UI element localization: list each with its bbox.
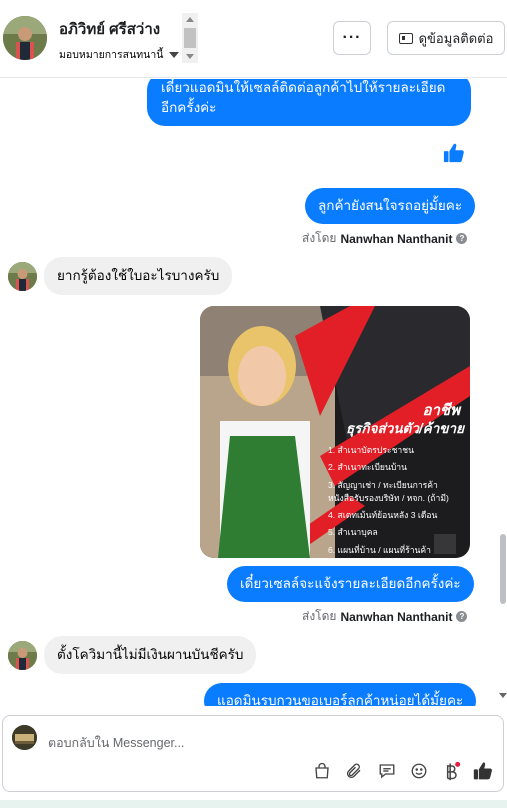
info-icon[interactable]: ? xyxy=(456,611,468,622)
image-list-item: 1. สำเนาบัตรประชาชน xyxy=(328,445,414,455)
message-bubble-outgoing[interactable]: ลูกค้ายังสนใจรถอยู่มั้ยคะ xyxy=(305,188,476,224)
message-bubble-outgoing[interactable]: เดี๋ยวเซลล์จะแจ้งรายละเอียดอีกครั้งค่ะ xyxy=(227,566,474,602)
sender-name[interactable]: Nanwhan Nanthanit xyxy=(340,232,452,246)
scroll-thumb[interactable] xyxy=(500,534,506,604)
like-sticker-icon xyxy=(443,142,465,169)
contact-avatar[interactable] xyxy=(3,16,47,60)
image-list-item: 2. สำเนาทะเบียนบ้าน xyxy=(328,462,408,473)
contact-avatar-small xyxy=(8,641,37,670)
image-list-item: หนังสือรับรองบริษัท / หจก. (ถ้ามี) xyxy=(328,492,449,503)
chevron-down-icon xyxy=(169,51,180,58)
image-list-item: 4. สเตทเม้นท์ย้อนหลัง 3 เดือน xyxy=(328,510,438,521)
scroll-down-icon[interactable] xyxy=(186,54,194,59)
message-thread[interactable]: เดี๋ยวแอดมินให้เซลล์ติดต่อลูกค้าไปให้ราย… xyxy=(0,79,507,706)
conversation-header: อภิวิทย์ ศรีสว่าง มอบหมายการสนทนานี้ ···… xyxy=(0,0,507,78)
image-list-item: 5. สำเนาบุคล xyxy=(328,527,378,538)
image-list-item: 3. สัญญาเช่า / ทะเบียนการค้า xyxy=(328,479,438,490)
contact-avatar-small xyxy=(8,262,37,291)
sent-by-label: ส่งโดย Nanwhan Nanthanit ? xyxy=(302,229,468,248)
message-text: ยากรู้ต้องใช้ใบอะไรบางครับ xyxy=(57,268,220,283)
message-bubble-outgoing[interactable]: แอดมินรบกวนขอเบอร์ลูกค้าหน่อยได้มั้ยคะ xyxy=(204,683,477,706)
sender-name[interactable]: Nanwhan Nanthanit xyxy=(340,610,452,624)
footer-strip xyxy=(0,800,507,808)
message-bubble-incoming[interactable]: ยากรู้ต้องใช้ใบอะไรบางครับ xyxy=(44,257,233,295)
message-text: อีกครั้งค่ะ xyxy=(161,100,217,115)
reply-input[interactable]: ตอบกลับใน Messenger... xyxy=(48,733,184,753)
page-avatar xyxy=(12,725,37,750)
image-document-list: 1. สำเนาบัตรประชาชน 2. สำเนาทะเบียนบ้าน … xyxy=(328,444,470,557)
message-bubble-outgoing[interactable]: เดี๋ยวแอดมินให้เซลล์ติดต่อลูกค้าไปให้ราย… xyxy=(147,79,471,126)
contact-card-icon xyxy=(398,32,413,44)
more-icon: ··· xyxy=(342,29,362,46)
more-options-button[interactable]: ··· xyxy=(333,21,371,55)
scroll-down-icon[interactable] xyxy=(499,693,507,698)
image-subtitle: ธุรกิจส่วนตัว/ค้าขาย xyxy=(345,421,464,436)
attach-icon[interactable] xyxy=(343,760,365,782)
message-bubble-incoming[interactable]: ตั้งโควิมานี้ไม่มีเงินผานบันชีครับ xyxy=(44,636,257,674)
scroll-thumb[interactable] xyxy=(184,28,196,48)
payment-icon[interactable] xyxy=(440,760,462,782)
scroll-up-icon[interactable] xyxy=(186,17,194,22)
sent-by-label: ส่งโดย Nanwhan Nanthanit ? xyxy=(302,607,468,626)
contact-name[interactable]: อภิวิทย์ ศรีสว่าง xyxy=(59,17,160,41)
emoji-icon[interactable] xyxy=(408,760,430,782)
message-text: แอดมินรบกวนขอเบอร์ลูกค้าหน่อยได้มั้ยคะ xyxy=(217,693,464,706)
message-text: เดี๋ยวเซลล์จะแจ้งรายละเอียดอีกครั้งค่ะ xyxy=(240,576,461,591)
assign-label: มอบหมายการสนทนานี้ xyxy=(59,49,164,61)
image-list-item: 6. แผนที่บ้าน / แผนที่ร้านค้า xyxy=(328,544,431,555)
image-attachment[interactable]: อาชีพ ธุรกิจส่วนตัว/ค้าขาย 1. สำเนาบัตรป… xyxy=(200,306,470,558)
view-contact-button[interactable]: ดูข้อมูลติดต่อ xyxy=(387,21,505,55)
message-text: ตั้งโควิมานี้ไม่มีเงินผานบันชีครับ xyxy=(57,647,244,662)
reply-composer[interactable]: ตอบกลับใน Messenger... xyxy=(2,715,504,792)
bag-icon[interactable] xyxy=(311,760,333,782)
sent-by-prefix: ส่งโดย xyxy=(302,231,337,245)
header-scrollbar[interactable] xyxy=(182,13,198,63)
view-contact-label: ดูข้อมูลติดต่อ xyxy=(418,30,494,46)
like-icon[interactable] xyxy=(472,760,494,782)
saved-replies-icon[interactable] xyxy=(376,760,398,782)
info-icon[interactable]: ? xyxy=(456,233,468,244)
assign-conversation-dropdown[interactable]: มอบหมายการสนทนานี้ xyxy=(59,46,180,63)
message-text: เดี๋ยวแอดมินให้เซลล์ติดต่อลูกค้าไปให้ราย… xyxy=(161,80,446,95)
thread-scrollbar[interactable] xyxy=(499,79,507,706)
sent-by-prefix: ส่งโดย xyxy=(302,609,337,623)
message-text: ลูกค้ายังสนใจรถอยู่มั้ยคะ xyxy=(318,198,463,213)
